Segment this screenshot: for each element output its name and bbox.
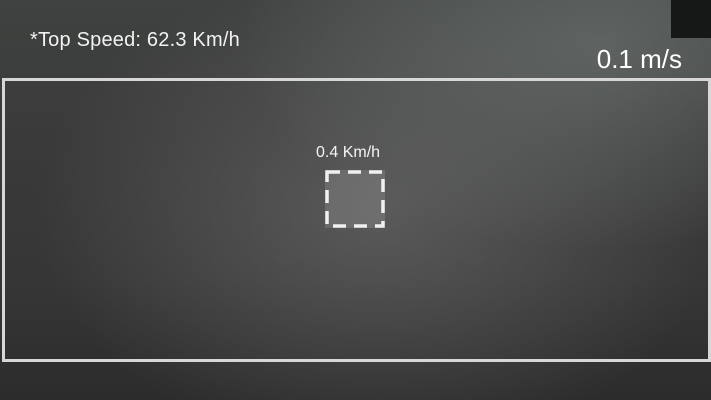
tracked-object-speed: 0.4 Km/h <box>316 144 381 161</box>
dashed-focus-brackets-icon <box>325 170 385 228</box>
camera-corner-block <box>671 0 711 38</box>
top-speed-label: *Top Speed: 62.3 Km/h <box>30 29 240 51</box>
tracking-target-box[interactable] <box>325 170 385 228</box>
current-speed-readout: 0.1 m/s <box>596 44 682 74</box>
